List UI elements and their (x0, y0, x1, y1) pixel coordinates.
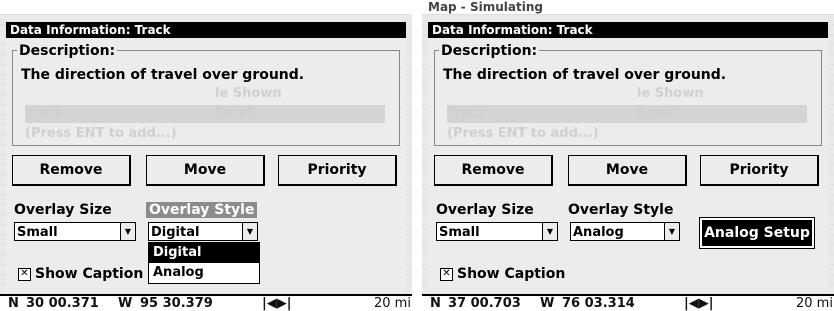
dialog-title: Data Information: Track (6, 22, 406, 38)
right-screen: Map - Simulating Data Information: Track… (422, 0, 834, 311)
data-information-dialog: Data Information: Track Description: The… (6, 22, 406, 292)
chevron-down-icon[interactable]: ▼ (120, 223, 135, 240)
description-box: Description: The direction of travel ove… (434, 43, 822, 146)
overlay-size-label: Overlay Size (14, 202, 112, 218)
ghost-row-name: Track (447, 106, 486, 121)
overlay-style-select[interactable]: Digital ▼ (148, 222, 258, 241)
remove-button[interactable]: Remove (434, 155, 553, 186)
scale-value: 20 mi (796, 296, 833, 311)
ghost-row: Track Small (447, 105, 807, 123)
overlay-size-label: Overlay Size (436, 202, 534, 218)
remove-button[interactable]: Remove (12, 155, 131, 186)
checkbox-checked-icon[interactable]: ✕ (440, 267, 453, 281)
scale-bar-icon: |◀▶| (262, 296, 292, 311)
show-caption-row[interactable]: ✕ Show Caption (440, 266, 565, 282)
status-bar: N 30 00.371 W 95 30.379 |◀▶| 20 mi (0, 294, 412, 311)
description-label: Description: (17, 43, 118, 59)
overlay-style-label: Overlay Style (568, 202, 674, 218)
overlay-size-value: Small (439, 225, 480, 240)
latitude-value: 30 00.371 (26, 296, 99, 311)
ghost-row-value: Small (215, 106, 256, 121)
overlay-size-select[interactable]: Small ▼ (436, 222, 558, 241)
analog-setup-button[interactable]: Analog Setup (699, 217, 815, 249)
ghost-row-value: le Shown (637, 86, 704, 101)
longitude-prefix: W (118, 296, 133, 311)
background-title-bar: Map - Simulating (422, 0, 834, 14)
chevron-down-icon[interactable]: ▼ (664, 223, 679, 240)
dropdown-option-analog[interactable]: Analog (149, 263, 259, 283)
move-button[interactable]: Move (568, 155, 687, 186)
longitude-value: 76 03.314 (562, 296, 635, 311)
ghost-row: le Shown (447, 85, 807, 103)
latitude-prefix: N (8, 296, 19, 311)
data-information-dialog: Data Information: Track Description: The… (428, 22, 828, 292)
overlay-size-select[interactable]: Small ▼ (14, 222, 136, 241)
background-title-bar (0, 0, 412, 14)
scale-bar-icon: |◀▶| (684, 296, 714, 311)
latitude-value: 37 00.703 (448, 296, 521, 311)
overlay-style-dropdown: Digital Analog (148, 242, 260, 284)
overlay-style-label: Overlay Style (146, 202, 258, 218)
overlay-size-value: Small (17, 225, 58, 240)
screen-divider (412, 0, 422, 311)
description-text: The direction of travel over ground. (21, 67, 305, 83)
longitude-value: 95 30.379 (140, 296, 213, 311)
ghost-row-value: le Shown (215, 86, 282, 101)
overlay-style-value: Digital (151, 225, 200, 240)
description-label: Description: (439, 43, 540, 59)
ghost-row: Track Small (25, 105, 385, 123)
show-caption-label: Show Caption (457, 266, 566, 282)
ghost-row-name: (Press ENT to add...) (447, 126, 599, 141)
longitude-prefix: W (540, 296, 555, 311)
overlay-style-value: Analog (573, 225, 624, 240)
scale-value: 20 mi (374, 296, 411, 311)
status-bar: N 37 00.703 W 76 03.314 |◀▶| 20 mi (422, 294, 834, 311)
show-caption-label: Show Caption (35, 266, 144, 282)
left-screen: Data Information: Track Description: The… (0, 0, 412, 311)
priority-button[interactable]: Priority (278, 155, 397, 186)
background-title: Map - Simulating (428, 0, 543, 14)
chevron-down-icon[interactable]: ▼ (242, 223, 257, 240)
priority-button[interactable]: Priority (700, 155, 819, 186)
chevron-down-icon[interactable]: ▼ (542, 223, 557, 240)
overlay-style-select[interactable]: Analog ▼ (570, 222, 680, 241)
latitude-prefix: N (430, 296, 441, 311)
dialog-title: Data Information: Track (428, 22, 828, 38)
ghost-row: (Press ENT to add...) (25, 125, 385, 143)
ghost-row-name: (Press ENT to add...) (25, 126, 177, 141)
ghost-row: (Press ENT to add...) (447, 125, 807, 143)
ghost-row-name: Track (25, 106, 64, 121)
move-button[interactable]: Move (146, 155, 265, 186)
description-box: Description: The direction of travel ove… (12, 43, 400, 146)
ghost-row: le Shown (25, 85, 385, 103)
description-text: The direction of travel over ground. (443, 67, 727, 83)
show-caption-row[interactable]: ✕ Show Caption (18, 266, 143, 282)
dropdown-option-digital[interactable]: Digital (149, 243, 259, 263)
checkbox-checked-icon[interactable]: ✕ (18, 267, 31, 281)
ghost-row-value: Small (637, 106, 678, 121)
